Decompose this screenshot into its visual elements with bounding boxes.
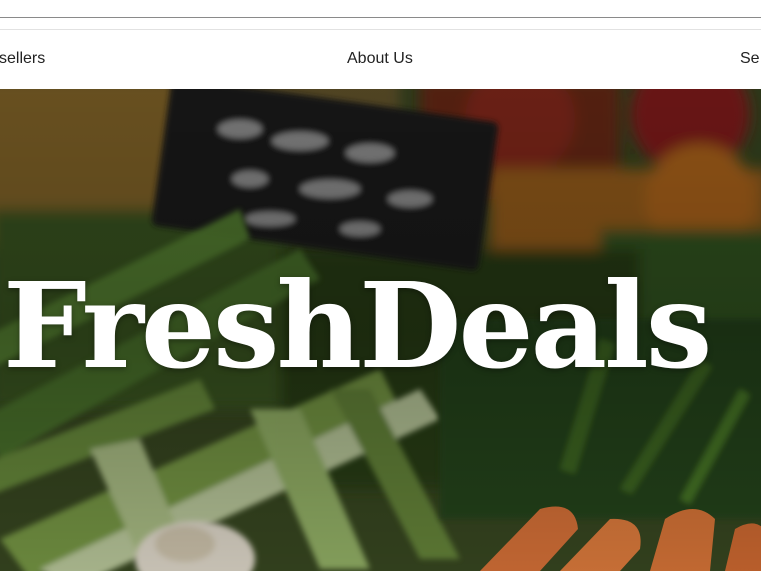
nav-link-search[interactable]: Se [740, 50, 761, 68]
nav-link-bestsellers[interactable]: sellers [0, 50, 45, 68]
nav-link-about-us[interactable]: About Us [347, 50, 413, 68]
hero-banner: FreshDeals [0, 89, 761, 571]
top-search-strip[interactable] [0, 0, 761, 18]
hero-title: FreshDeals [3, 256, 712, 395]
main-navigation: sellers About Us Se [0, 30, 761, 89]
page: sellers About Us Se FreshDeals [0, 0, 761, 571]
